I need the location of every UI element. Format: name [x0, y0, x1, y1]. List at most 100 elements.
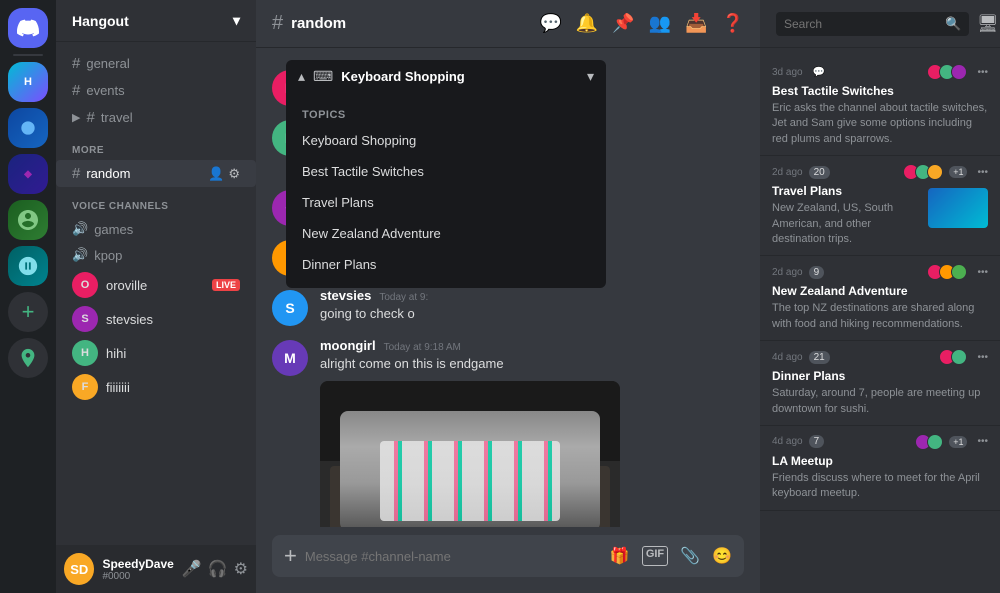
avatar-fiiiiiii: F — [72, 374, 98, 400]
channel-hash-icon: # — [272, 12, 283, 35]
member-item-hihi[interactable]: H hihi — [56, 336, 256, 370]
topic-item-dinner-plans[interactable]: Dinner Plans — [286, 249, 606, 280]
gif-icon[interactable]: GIF — [642, 546, 668, 566]
thread-meta: 2d ago 20 +1 ••• — [772, 164, 988, 180]
message-group: S stevsies Today at 9: going to check o — [256, 284, 760, 330]
server-icon-discord[interactable] — [8, 8, 48, 48]
member-item-oroville[interactable]: O oroville LIVE — [56, 268, 256, 302]
topic-item-nz-adventure[interactable]: New Zealand Adventure — [286, 218, 606, 249]
help-icon[interactable]: ❓ — [722, 13, 744, 34]
add-attachment-button[interactable]: + — [284, 543, 297, 569]
channel-sidebar: Hangout ▾ # general # events ▶ # travel … — [56, 0, 256, 593]
chat-area: # random 💬 🔔 📌 👥 📥 ❓ N nah_user nah it's… — [256, 0, 760, 593]
screen-icon[interactable]: 🖥 — [977, 14, 999, 34]
avatar-oroville: O — [72, 272, 98, 298]
keyboard-image — [320, 381, 620, 527]
topics-bar: ▴ ⌨ Keyboard Shopping ▾ — [286, 60, 606, 93]
server-header[interactable]: Hangout ▾ — [56, 0, 256, 42]
thread-avatar-mini — [951, 264, 967, 280]
voice-item-games[interactable]: 🔊 games — [56, 216, 256, 242]
server-icon-2[interactable] — [8, 108, 48, 148]
thread-meta: 3d ago 💬 ••• — [772, 64, 988, 80]
thread-time: 2d ago — [772, 167, 803, 178]
threads-icon[interactable]: 💬 — [539, 13, 561, 34]
topic-item-best-tactile[interactable]: Best Tactile Switches — [286, 156, 606, 187]
search-input[interactable] — [784, 17, 939, 31]
channel-label-general: general — [86, 56, 129, 71]
reply-count: 20 — [809, 166, 830, 179]
voice-section-label: VOICE CHANNELS — [56, 187, 256, 216]
members-icon[interactable]: 👥 — [649, 13, 671, 34]
message-input[interactable] — [305, 549, 602, 564]
thread-time: 2d ago — [772, 267, 803, 278]
user-info: SpeedyDave #0000 — [102, 557, 173, 582]
more-options-icon[interactable]: ••• — [977, 267, 988, 278]
channel-item-events[interactable]: # events — [56, 77, 256, 104]
more-members-badge: +1 — [949, 436, 967, 448]
voice-channel-label-kpop: kpop — [94, 248, 122, 263]
thread-item-nz-adventure[interactable]: 2d ago 9 ••• New Zealand Adventure The t… — [760, 256, 1000, 341]
thread-title: LA Meetup — [772, 454, 988, 468]
topic-item-keyboard-shopping[interactable]: Keyboard Shopping — [286, 125, 606, 156]
chat-header: # random 💬 🔔 📌 👥 📥 ❓ — [256, 0, 760, 48]
mic-icon[interactable]: 🎤 — [182, 559, 202, 579]
explore-icon[interactable] — [8, 338, 48, 378]
search-box: 🔍 — [776, 12, 969, 36]
gift-icon[interactable]: 🎁 — [610, 546, 630, 566]
reply-icon: 💬 — [813, 67, 825, 78]
more-options-icon[interactable]: ••• — [977, 352, 988, 363]
right-panel-header: 🔍 🖥 ❓ — [760, 0, 1000, 48]
server-icon-1[interactable]: H — [8, 62, 48, 102]
hash-icon: # — [86, 109, 94, 126]
reply-count: 7 — [809, 435, 825, 448]
channel-item-random[interactable]: # random 👤 ⚙ — [56, 160, 256, 187]
server-icon-3[interactable]: ◆ — [8, 154, 48, 194]
message-meta: moongirl Today at 9:18 AM — [320, 338, 744, 353]
more-options-icon[interactable]: ••• — [977, 67, 988, 78]
more-options-icon[interactable]: ••• — [977, 436, 988, 447]
more-options-icon[interactable]: ••• — [977, 167, 988, 178]
collapse-icon: ▶ — [72, 111, 80, 124]
thread-item-travel-plans[interactable]: 2d ago 20 +1 ••• Travel Plans New Zealan… — [760, 156, 1000, 256]
channel-item-travel[interactable]: ▶ # travel — [56, 104, 256, 131]
thread-title: New Zealand Adventure — [772, 284, 988, 298]
header-icons: 💬 🔔 📌 👥 📥 ❓ — [539, 13, 744, 34]
thread-description: Saturday, around 7, people are meeting u… — [772, 386, 988, 417]
message-time: Today at 9: — [379, 292, 428, 303]
chevron-down-icon[interactable]: ▾ — [587, 68, 594, 85]
inbox-icon[interactable]: 📥 — [685, 13, 707, 34]
user-controls: 🎤 🎧 ⚙ — [182, 559, 248, 579]
member-item-stevsies[interactable]: S stevsies — [56, 302, 256, 336]
voice-item-kpop[interactable]: 🔊 kpop — [56, 242, 256, 268]
pin-icon[interactable]: 📌 — [612, 13, 634, 34]
server-icon-4[interactable] — [8, 200, 48, 240]
topic-item-travel-plans[interactable]: Travel Plans — [286, 187, 606, 218]
server-icon-5[interactable] — [8, 246, 48, 286]
more-members-badge: +1 — [949, 166, 967, 178]
message-content: moongirl Today at 9:18 AM alright come o… — [320, 338, 744, 527]
voice-channel-label-games: games — [94, 222, 133, 237]
hash-icon: # — [72, 82, 80, 99]
thread-item-la-meetup[interactable]: 4d ago 7 +1 ••• LA Meetup Friends discus… — [760, 426, 1000, 511]
channel-item-general[interactable]: # general — [56, 50, 256, 77]
chevron-up-icon[interactable]: ▴ — [298, 68, 305, 85]
channel-title: random — [291, 15, 346, 32]
add-server-button[interactable]: + — [8, 292, 48, 332]
thread-item-best-tactile[interactable]: 3d ago 💬 ••• Best Tactile Switches Eric … — [760, 56, 1000, 156]
channel-label-travel: travel — [101, 110, 133, 125]
thread-avatars — [943, 349, 967, 365]
attach-icon[interactable]: 📎 — [680, 546, 700, 566]
input-action-icons: 🎁 GIF 📎 😊 — [610, 546, 732, 566]
headphone-icon[interactable]: 🎧 — [208, 559, 228, 579]
settings-icon[interactable]: ⚙ — [234, 559, 248, 579]
message-text: going to check o — [320, 305, 744, 323]
member-item-fiiiiiii[interactable]: F fiiiiiii — [56, 370, 256, 404]
emoji-icon[interactable]: 😊 — [712, 546, 732, 566]
thread-item-dinner-plans[interactable]: 4d ago 21 ••• Dinner Plans Saturday, aro… — [760, 341, 1000, 426]
message-author: moongirl — [320, 338, 376, 353]
server-divider — [13, 54, 43, 56]
speaker-icon: 🔊 — [72, 247, 88, 263]
message-meta: stevsies Today at 9: — [320, 288, 744, 303]
thread-time: 3d ago — [772, 67, 803, 78]
bell-icon[interactable]: 🔔 — [576, 13, 598, 34]
